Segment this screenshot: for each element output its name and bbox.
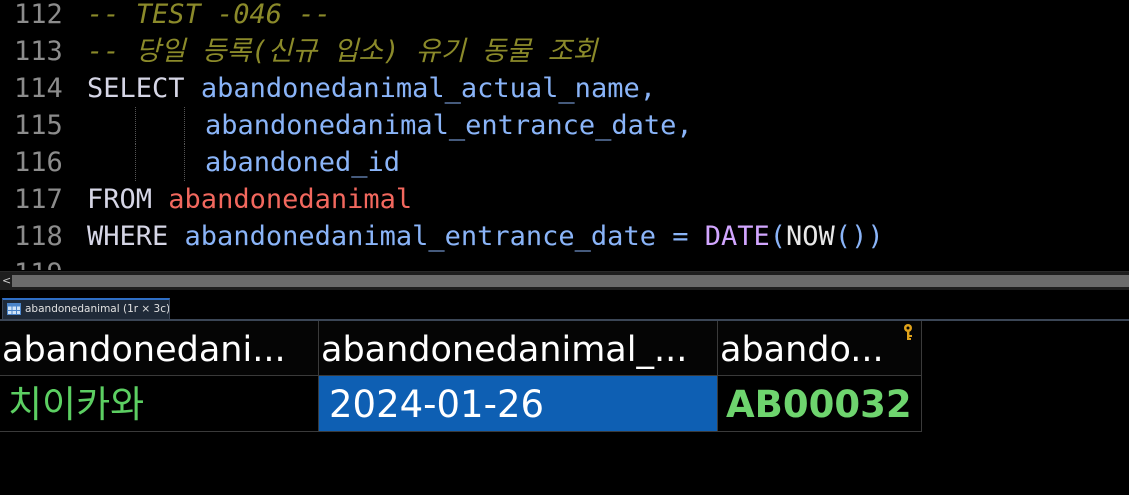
indent-guide	[184, 107, 185, 144]
open-paren: (	[769, 221, 787, 252]
line-number: 115	[14, 110, 63, 141]
code-line-113[interactable]: 113 -- 당일 등록(신규 입소) 유기 동물 조회	[0, 33, 1129, 70]
indent-guide	[184, 144, 185, 181]
function-now: NOW	[786, 221, 835, 252]
code-content: abandonedanimal_entrance_date,	[205, 107, 693, 144]
call-parens: ())	[834, 221, 884, 252]
table-cell-abandoned-id[interactable]: AB00032	[718, 376, 922, 432]
keyword-select: SELECT	[87, 73, 185, 104]
result-grid[interactable]: abandonedani... abandonedanimal_... aban…	[0, 321, 1129, 495]
primary-key-icon	[904, 324, 912, 340]
horizontal-scrollbar[interactable]: <	[0, 271, 1129, 290]
comment-text: -- TEST -046 --	[87, 0, 331, 30]
comment-text: -- 당일 등록(신규 입소) 유기 동물 조회	[87, 36, 598, 67]
column-identifier: abandonedanimal_actual_name	[200, 73, 640, 104]
code-content: abandoned_id	[205, 144, 400, 181]
code-content: FROM abandonedanimal	[87, 181, 412, 218]
equals-operator: =	[672, 221, 689, 252]
code-line-116[interactable]: 116 abandoned_id	[0, 144, 1129, 181]
line-number: 114	[14, 73, 63, 104]
table-cell-actual-name[interactable]: 치이카와	[0, 376, 319, 432]
column-identifier: abandonedanimal_entrance_date	[184, 221, 656, 252]
comma: ,	[676, 110, 693, 141]
column-header-abandoned-id[interactable]: abando...	[718, 321, 922, 376]
code-line-112[interactable]: 112 -- TEST -046 --	[0, 0, 1129, 33]
sql-editor-window: 112 -- TEST -046 -- 113 -- 당일 등록(신규 입소) …	[0, 0, 1129, 495]
table-cell-entrance-date-selected[interactable]: 2024-01-26	[319, 376, 718, 432]
code-editor[interactable]: 112 -- TEST -046 -- 113 -- 당일 등록(신규 입소) …	[0, 0, 1129, 270]
table-grid-icon	[7, 303, 21, 315]
column-identifier: abandonedanimal_entrance_date	[205, 110, 677, 141]
comma: ,	[639, 73, 656, 104]
column-identifier: abandoned_id	[205, 147, 401, 178]
column-header-actual-name[interactable]: abandonedani...	[0, 321, 319, 376]
line-number: 117	[14, 184, 63, 215]
code-line-114[interactable]: 114 SELECT abandonedanimal_actual_name,	[0, 70, 1129, 107]
code-content: SELECT abandonedanimal_actual_name,	[87, 70, 656, 107]
indent-guide	[135, 144, 136, 181]
scroll-left-arrow-icon[interactable]: <	[2, 275, 11, 287]
result-tab[interactable]: abandonedanimal (1r × 3c)	[2, 298, 170, 319]
line-number: 119	[14, 255, 63, 270]
scrollbar-thumb[interactable]	[12, 275, 1129, 287]
keyword-where: WHERE	[87, 221, 169, 252]
function-date: DATE	[704, 221, 770, 252]
line-number: 112	[14, 0, 63, 30]
line-number: 113	[14, 36, 63, 67]
code-content: WHERE abandonedanimal_entrance_date = DA…	[87, 218, 884, 255]
code-line-115[interactable]: 115 abandonedanimal_entrance_date,	[0, 107, 1129, 144]
line-number: 116	[14, 147, 63, 178]
indent-guide	[135, 107, 136, 144]
column-header-entrance-date[interactable]: abandonedanimal_...	[319, 321, 718, 376]
code-line-117[interactable]: 117 FROM abandonedanimal	[0, 181, 1129, 218]
line-number: 118	[14, 221, 63, 252]
result-tab-bar: abandonedanimal (1r × 3c)	[0, 290, 1129, 320]
table-identifier: abandonedanimal	[168, 184, 413, 215]
code-line-119[interactable]: 119	[0, 255, 1129, 270]
result-tab-label: abandonedanimal (1r × 3c)	[25, 303, 170, 315]
keyword-from: FROM	[87, 184, 153, 215]
code-line-118[interactable]: 118 WHERE abandonedanimal_entrance_date …	[0, 218, 1129, 255]
